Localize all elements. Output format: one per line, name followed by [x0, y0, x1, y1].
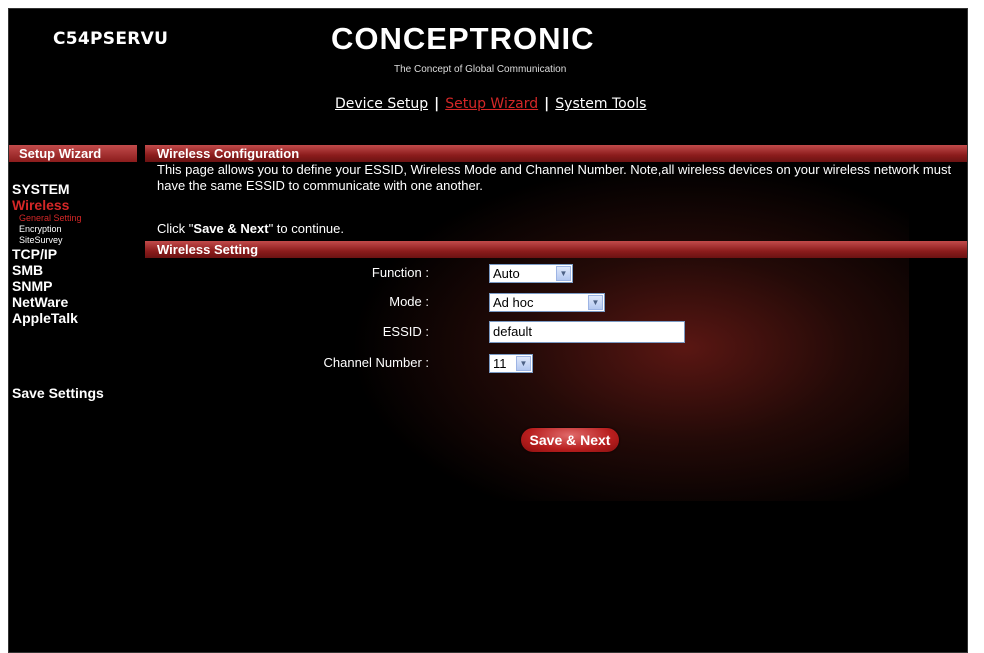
nav-separator: | — [434, 96, 440, 112]
sidebar-item-wireless[interactable]: Wireless — [9, 197, 139, 213]
mode-select[interactable]: Ad hoc ▼ — [489, 293, 605, 312]
essid-input[interactable]: default — [489, 321, 685, 343]
chevron-down-icon: ▼ — [588, 295, 603, 310]
sidebar-item-appletalk[interactable]: AppleTalk — [9, 310, 139, 326]
sidebar-item-netware[interactable]: NetWare — [9, 294, 139, 310]
sidebar-title: Setup Wizard — [9, 145, 137, 162]
function-row: Function : Auto ▼ — [209, 262, 909, 284]
chevron-down-icon: ▼ — [556, 266, 571, 281]
function-label: Function : — [371, 265, 429, 280]
model-name: C54PSERVU — [53, 29, 169, 49]
sidebar-item-system[interactable]: SYSTEM — [9, 181, 139, 197]
mode-row: Mode : Ad hoc ▼ — [209, 291, 909, 313]
nav-setup-wizard[interactable]: Setup Wizard — [445, 96, 538, 112]
save-next-button[interactable]: Save & Next — [521, 428, 619, 452]
brand-logo: CONCEPTRONIC — [331, 21, 595, 56]
essid-row: ESSID : default — [209, 321, 909, 343]
continue-suffix: " to continue. — [268, 221, 345, 236]
sidebar-subitem-general-setting[interactable]: General Setting — [9, 213, 139, 224]
top-nav: Device Setup | Setup Wizard | System Tools — [335, 96, 646, 112]
page-frame: C54PSERVU CONCEPTRONIC The Concept of Gl… — [8, 8, 968, 653]
sidebar: SYSTEM Wireless General Setting Encrypti… — [9, 181, 139, 326]
channel-label: Channel Number : — [323, 355, 430, 370]
nav-device-setup[interactable]: Device Setup — [335, 96, 428, 112]
nav-separator: | — [544, 96, 550, 112]
sidebar-item-tcpip[interactable]: TCP/IP — [9, 246, 139, 262]
sidebar-subitem-encryption[interactable]: Encryption — [9, 224, 139, 235]
essid-label: ESSID : — [382, 324, 429, 339]
mode-label: Mode : — [389, 294, 429, 309]
continue-bold: Save & Next — [193, 221, 269, 236]
continue-instruction: Click "Save & Next" to continue. — [157, 221, 344, 236]
channel-row: Channel Number : 11 ▼ — [209, 352, 909, 374]
sidebar-item-smb[interactable]: SMB — [9, 262, 139, 278]
brand-tagline: The Concept of Global Communication — [394, 64, 567, 75]
chevron-down-icon: ▼ — [516, 356, 531, 371]
nav-system-tools[interactable]: System Tools — [555, 96, 646, 112]
sidebar-subitem-sitesurvey[interactable]: SiteSurvey — [9, 235, 139, 246]
channel-value: 11 — [493, 356, 507, 371]
sidebar-item-snmp[interactable]: SNMP — [9, 278, 139, 294]
page-description: This page allows you to define your ESSI… — [157, 162, 952, 193]
mode-value: Ad hoc — [493, 295, 534, 310]
save-settings-link[interactable]: Save Settings — [12, 385, 104, 401]
section-title-wireless-setting: Wireless Setting — [145, 241, 967, 258]
function-value: Auto — [493, 266, 520, 281]
section-title-wireless-configuration: Wireless Configuration — [145, 145, 967, 162]
function-select[interactable]: Auto ▼ — [489, 264, 573, 283]
continue-prefix: Click " — [157, 221, 194, 236]
channel-select[interactable]: 11 ▼ — [489, 354, 533, 373]
